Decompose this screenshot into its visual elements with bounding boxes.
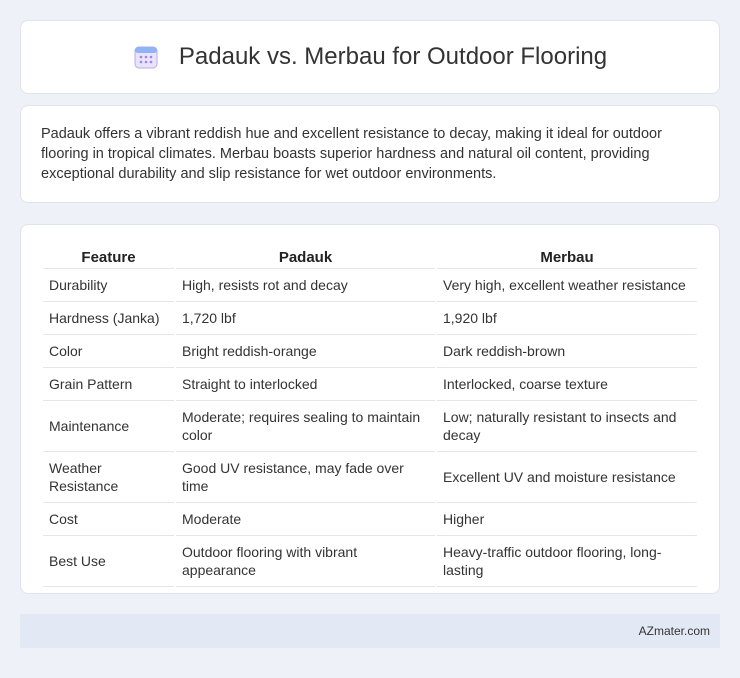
padauk-cell: Outdoor flooring with vibrant appearance [174,535,436,587]
table-row: Hardness (Janka) 1,720 lbf 1,920 lbf [43,301,697,335]
footer-source: AZmater.com [638,624,710,638]
table-row: Weather Resistance Good UV resistance, m… [43,451,697,503]
comparison-table: Feature Padauk Merbau Durability High, r… [43,247,697,587]
feature-cell: Grain Pattern [43,367,175,401]
padauk-cell: Straight to interlocked [174,367,436,401]
merbau-cell: Higher [435,502,697,536]
padauk-cell: Bright reddish-orange [174,334,436,368]
merbau-cell: Dark reddish-brown [435,334,697,368]
table-row: Cost Moderate Higher [43,502,697,536]
merbau-cell: Heavy-traffic outdoor flooring, long-las… [435,535,697,587]
comparison-card: Feature Padauk Merbau Durability High, r… [20,224,720,594]
calendar-icon [133,44,159,70]
feature-cell: Cost [43,502,175,536]
merbau-cell: Very high, excellent weather resistance [435,268,697,302]
table-row: Color Bright reddish-orange Dark reddish… [43,334,697,368]
padauk-cell: High, resists rot and decay [174,268,436,302]
feature-cell: Best Use [43,535,175,587]
intro-card: Padauk offers a vibrant reddish hue and … [20,105,720,203]
feature-cell: Weather Resistance [43,451,175,503]
intro-text: Padauk offers a vibrant reddish hue and … [41,126,662,182]
footer: AZmater.com [20,614,720,648]
merbau-cell: 1,920 lbf [435,301,697,335]
header-padauk: Padauk [174,247,436,269]
feature-cell: Color [43,334,175,368]
feature-cell: Maintenance [43,400,175,452]
table-row: Maintenance Moderate; requires sealing t… [43,400,697,452]
merbau-cell: Interlocked, coarse texture [435,367,697,401]
feature-cell: Hardness (Janka) [43,301,175,335]
feature-cell: Durability [43,268,175,302]
padauk-cell: Good UV resistance, may fade over time [174,451,436,503]
padauk-cell: 1,720 lbf [174,301,436,335]
header-feature: Feature [43,247,175,269]
merbau-cell: Low; naturally resistant to insects and … [435,400,697,452]
header-merbau: Merbau [435,247,697,269]
merbau-cell: Excellent UV and moisture resistance [435,451,697,503]
table-row: Best Use Outdoor flooring with vibrant a… [43,535,697,587]
page-title: Padauk vs. Merbau for Outdoor Flooring [178,43,608,70]
title-card: Padauk vs. Merbau for Outdoor Flooring [20,20,720,94]
padauk-cell: Moderate; requires sealing to maintain c… [174,400,436,452]
padauk-cell: Moderate [174,502,436,536]
table-row: Durability High, resists rot and decay V… [43,268,697,302]
table-header-row: Feature Padauk Merbau [43,247,697,269]
table-row: Grain Pattern Straight to interlocked In… [43,367,697,401]
